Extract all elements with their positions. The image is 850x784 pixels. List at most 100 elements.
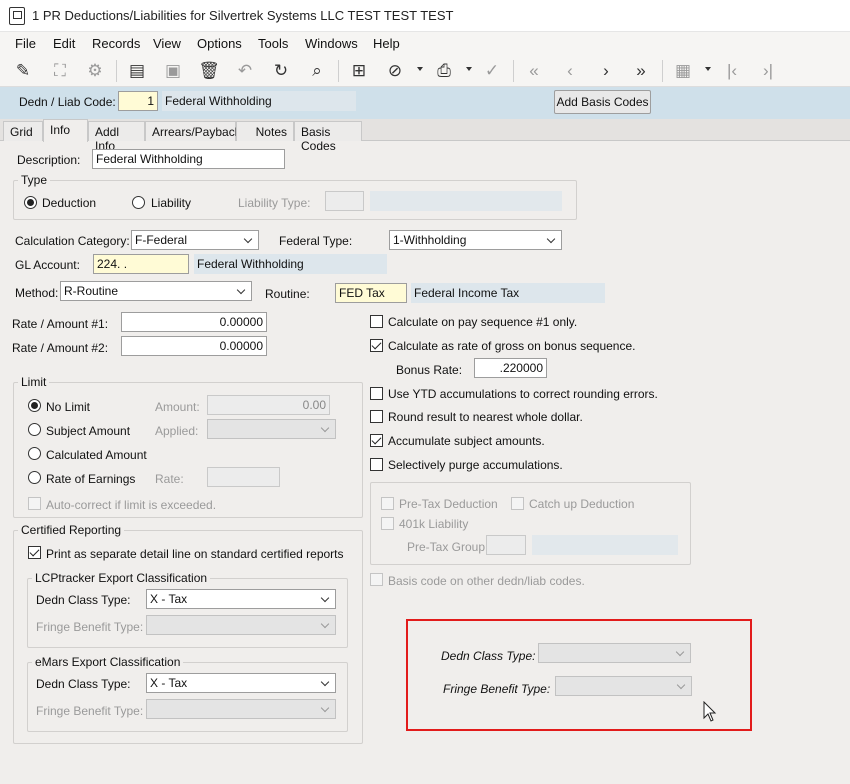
toolbar-separator bbox=[116, 60, 117, 82]
liability-401k-checkbox[interactable] bbox=[381, 517, 394, 530]
rate2-input[interactable]: 0.00000 bbox=[121, 336, 267, 356]
federal-type-select[interactable]: 1-Withholding bbox=[389, 230, 562, 250]
chevron-down-icon[interactable] bbox=[705, 67, 711, 71]
undo-icon[interactable]: ↶ bbox=[234, 60, 256, 82]
document-icon[interactable]: ▤ bbox=[126, 60, 148, 82]
tab-grid[interactable]: Grid bbox=[3, 121, 43, 141]
menu-view[interactable]: View bbox=[153, 36, 181, 51]
pretax-group-input[interactable] bbox=[486, 535, 526, 555]
menu-options[interactable]: Options bbox=[197, 36, 242, 51]
tab-info[interactable]: Info bbox=[43, 119, 88, 142]
bonus-rate-input[interactable]: .220000 bbox=[474, 358, 547, 378]
liability-type-input[interactable] bbox=[325, 191, 364, 211]
print-separate-checkbox[interactable] bbox=[28, 546, 41, 559]
liability-401k-label: 401k Liability bbox=[399, 517, 469, 531]
last-icon[interactable]: » bbox=[630, 60, 652, 82]
emars-dedn-class-label: Dedn Class Type: bbox=[36, 677, 131, 691]
lcp-fringe-select[interactable] bbox=[146, 615, 336, 635]
rate-of-earnings-radio[interactable] bbox=[28, 471, 41, 484]
print-icon[interactable]: ⎙ bbox=[433, 60, 455, 82]
chevron-down-icon[interactable] bbox=[417, 67, 423, 71]
routine-label: Routine: bbox=[265, 287, 310, 301]
tab-addl-info[interactable]: Addl Info bbox=[88, 121, 145, 153]
autocorrect-checkbox[interactable] bbox=[28, 497, 41, 510]
lcp-dedn-class-select[interactable]: X - Tax bbox=[146, 589, 336, 609]
lcp-group-title: LCPtracker Export Classification bbox=[32, 571, 211, 585]
routine-input[interactable]: FED Tax bbox=[335, 283, 407, 303]
table-settings-icon[interactable]: ▦ bbox=[672, 60, 694, 82]
toolbar-separator bbox=[662, 60, 663, 82]
previous-icon[interactable]: ‹ bbox=[559, 60, 581, 82]
calc-category-select[interactable]: F-Federal bbox=[131, 230, 259, 250]
menu-help[interactable]: Help bbox=[373, 36, 400, 51]
round-whole-label: Round result to nearest whole dollar. bbox=[388, 410, 583, 424]
calculated-amount-radio[interactable] bbox=[28, 447, 41, 460]
save-icon[interactable]: ▣ bbox=[162, 60, 184, 82]
emars-fringe-select[interactable] bbox=[146, 699, 336, 719]
subject-amount-label: Subject Amount bbox=[46, 424, 131, 438]
gear-icon[interactable]: ⚙ bbox=[84, 60, 106, 82]
menu-windows[interactable]: Windows bbox=[305, 36, 358, 51]
toolbar-separator bbox=[338, 60, 339, 82]
deduction-radio[interactable] bbox=[24, 196, 37, 209]
accumulate-subject-checkbox[interactable] bbox=[370, 434, 383, 447]
rate-of-gross-checkbox[interactable] bbox=[370, 339, 383, 352]
federal-type-label: Federal Type: bbox=[279, 234, 353, 248]
catchup-deduction-label: Catch up Deduction bbox=[529, 497, 635, 511]
code-input[interactable]: 1 bbox=[118, 91, 158, 111]
rate1-input[interactable]: 0.00000 bbox=[121, 312, 267, 332]
title-bar: 1 PR Deductions/Liabilities for Silvertr… bbox=[0, 0, 850, 32]
emars-group-title: eMars Export Classification bbox=[32, 655, 184, 669]
calc-category-label: Calculation Category: bbox=[15, 234, 130, 248]
menu-tools[interactable]: Tools bbox=[258, 36, 288, 51]
applied-select[interactable] bbox=[207, 419, 336, 439]
tab-basis-codes[interactable]: Basis Codes bbox=[294, 121, 362, 153]
tab-notes[interactable]: Notes bbox=[236, 121, 294, 141]
tab-arrears-payback[interactable]: Arrears/Payback bbox=[145, 121, 241, 141]
gl-account-label: GL Account: bbox=[15, 258, 80, 272]
rate-input[interactable] bbox=[207, 467, 280, 487]
liability-type-label: Liability Type: bbox=[238, 196, 311, 210]
first-icon[interactable]: « bbox=[523, 60, 545, 82]
subject-amount-radio[interactable] bbox=[28, 423, 41, 436]
menu-records[interactable]: Records bbox=[92, 36, 140, 51]
selective-purge-checkbox[interactable] bbox=[370, 458, 383, 471]
method-select[interactable]: R-Routine bbox=[60, 281, 252, 301]
add-basis-codes-button[interactable]: Add Basis Codes bbox=[554, 90, 651, 114]
menu-edit[interactable]: Edit bbox=[53, 36, 75, 51]
round-whole-checkbox[interactable] bbox=[370, 410, 383, 423]
edit-icon[interactable]: ✎ bbox=[12, 60, 34, 82]
ytd-accum-checkbox[interactable] bbox=[370, 387, 383, 400]
method-label: Method: bbox=[15, 286, 59, 300]
highlight-dedn-class-select[interactable] bbox=[538, 643, 691, 663]
refresh-icon[interactable]: ↻ bbox=[270, 60, 292, 82]
pay-seq1-checkbox[interactable] bbox=[370, 315, 383, 328]
basis-code-other-checkbox[interactable] bbox=[370, 573, 383, 586]
chevron-down-icon[interactable] bbox=[466, 67, 472, 71]
search-icon[interactable]: ⌕ bbox=[306, 60, 328, 82]
pretax-deduction-checkbox[interactable] bbox=[381, 497, 394, 510]
description-input[interactable]: Federal Withholding bbox=[92, 149, 285, 169]
pretax-group-label: Pre-Tax Group: bbox=[407, 540, 489, 554]
gl-account-input[interactable]: 224. . bbox=[93, 254, 189, 274]
no-limit-radio[interactable] bbox=[28, 399, 41, 412]
step-first-icon[interactable]: |‹ bbox=[721, 60, 743, 82]
toolbar-separator bbox=[513, 60, 514, 82]
emars-dedn-class-select[interactable]: X - Tax bbox=[146, 673, 336, 693]
deduction-label: Deduction bbox=[42, 196, 97, 210]
binoculars-icon[interactable]: ⛶ bbox=[49, 60, 71, 82]
gl-account-description: Federal Withholding bbox=[194, 254, 387, 274]
tab-strip: Grid Info Addl Info Arrears/Payback Note… bbox=[0, 119, 850, 153]
catchup-deduction-checkbox[interactable] bbox=[511, 497, 524, 510]
liability-radio[interactable] bbox=[132, 196, 145, 209]
trash-icon[interactable]: 🗑 bbox=[198, 60, 220, 82]
highlight-fringe-select[interactable] bbox=[555, 676, 692, 696]
grid-icon[interactable]: ⊞ bbox=[348, 60, 370, 82]
code-label: Dedn / Liab Code: bbox=[19, 95, 116, 109]
spellcheck-icon[interactable]: ✓ bbox=[481, 60, 503, 82]
next-icon[interactable]: › bbox=[595, 60, 617, 82]
amount-input[interactable]: 0.00 bbox=[207, 395, 330, 415]
menu-file[interactable]: File bbox=[15, 36, 36, 51]
step-last-icon[interactable]: ›| bbox=[757, 60, 779, 82]
paperclip-icon[interactable]: ⊘ bbox=[384, 60, 406, 82]
